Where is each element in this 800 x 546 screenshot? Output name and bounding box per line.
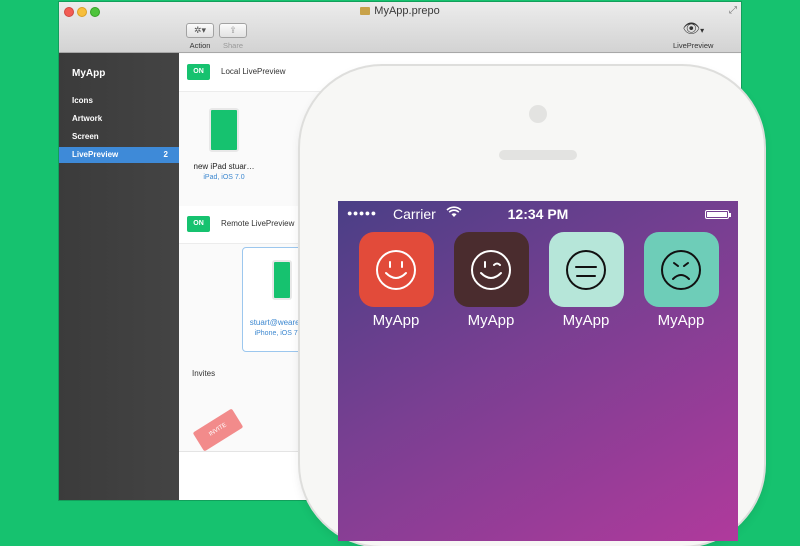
app-tile[interactable]	[453, 232, 529, 307]
remote-livepreview-toggle[interactable]: ON	[187, 216, 210, 232]
local-livepreview-toggle[interactable]: ON	[187, 64, 210, 80]
gear-icon: ✲	[193, 25, 202, 35]
sidebar-item-label: Artwork	[72, 114, 103, 123]
neutral-face-icon	[566, 249, 606, 290]
sidebar-item-icons[interactable]: Icons	[59, 93, 179, 109]
window-title-text: MyApp.prepo	[374, 5, 440, 17]
eye-icon[interactable]: 👁▾	[673, 21, 713, 38]
local-livepreview-label: Local LivePreview	[221, 67, 286, 76]
camera-icon	[529, 105, 547, 123]
sidebar-item-label: LivePreview	[72, 150, 119, 159]
iphone-icon	[272, 260, 292, 300]
sidebar-item-livepreview[interactable]: LivePreview 2	[59, 147, 179, 163]
action-tool[interactable]: ✲▾ Action	[186, 23, 214, 50]
app-tile[interactable]	[643, 232, 719, 307]
share-button[interactable]: ⇪	[219, 23, 247, 38]
titlebar: MyApp.prepo ⤢ ✲▾ Action ⇪ Share 👁▾ LiveP…	[59, 2, 741, 53]
share-label: Share	[222, 41, 243, 50]
iphone-mockup: ●●●●● Carrier 12:34 PM MyApp MyApp MyApp…	[300, 66, 764, 546]
action-label: Action	[189, 41, 211, 50]
app-icon-1[interactable]: MyApp	[358, 232, 434, 329]
app-label: MyApp	[372, 312, 420, 329]
invite-ticket[interactable]: INVITE	[192, 408, 244, 452]
sidebar-item-screen[interactable]: Screen	[59, 129, 179, 145]
document-icon	[360, 7, 371, 15]
local-device-card[interactable]: new iPad stuar… iPad, iOS 7.0	[189, 108, 259, 181]
phone-screen: ●●●●● Carrier 12:34 PM MyApp MyApp MyApp…	[338, 201, 738, 541]
action-button[interactable]: ✲▾	[186, 23, 214, 38]
live-preview-label: LivePreview	[673, 41, 714, 50]
app-label: MyApp	[562, 312, 610, 329]
share-tool[interactable]: ⇪ Share	[219, 23, 247, 50]
app-label: MyApp	[657, 312, 705, 329]
remote-livepreview-label: Remote LivePreview	[221, 219, 295, 228]
app-icon-2[interactable]: MyApp	[453, 232, 529, 329]
sidebar-title: MyApp	[72, 68, 106, 79]
smile-face-icon	[376, 249, 416, 290]
speaker-icon	[499, 150, 577, 160]
battery-icon	[705, 210, 731, 219]
share-icon: ⇪	[229, 25, 237, 35]
invites-label: Invites	[192, 369, 216, 378]
ipad-icon	[209, 108, 239, 152]
sidebar-item-label: Icons	[72, 96, 93, 105]
count-badge: 2	[163, 150, 168, 159]
status-bar: ●●●●● Carrier 12:34 PM	[338, 205, 738, 223]
sidebar: MyApp Icons Artwork Screen LivePreview 2	[59, 53, 179, 500]
app-tile[interactable]	[358, 232, 434, 307]
chevron-down-icon: ▾	[700, 26, 705, 35]
chevron-down-icon: ▾	[201, 25, 207, 35]
device-name: new iPad stuar…	[193, 162, 255, 171]
device-os: iPad, iOS 7.0	[203, 174, 245, 181]
clock: 12:34 PM	[507, 206, 569, 222]
app-label: MyApp	[467, 312, 515, 329]
sidebar-item-label: Screen	[72, 132, 99, 141]
window-title: MyApp.prepo	[59, 5, 741, 17]
live-preview-tool[interactable]: 👁▾ LivePreview	[673, 21, 713, 50]
app-icon-3[interactable]: MyApp	[548, 232, 624, 329]
sidebar-item-artwork[interactable]: Artwork	[59, 111, 179, 127]
fullscreen-icon[interactable]: ⤢	[729, 5, 737, 16]
sad-face-icon	[661, 249, 701, 290]
app-icon-4[interactable]: MyApp	[643, 232, 719, 329]
wink-face-icon	[471, 249, 511, 290]
app-tile[interactable]	[548, 232, 624, 307]
